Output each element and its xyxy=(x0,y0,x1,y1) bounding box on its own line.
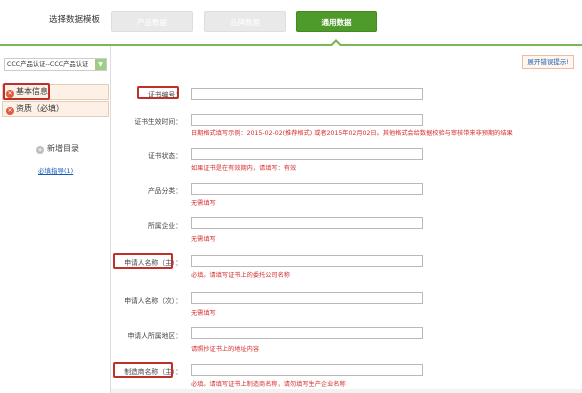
template-label: 选择数据模板 xyxy=(49,15,101,25)
applicant-secondary-input[interactable] xyxy=(191,292,423,304)
plus-icon: + xyxy=(36,146,44,154)
applicant-region-input[interactable] xyxy=(191,327,423,339)
field-hint: 请照抄证书上的地址内容 xyxy=(191,346,260,353)
highlight-box xyxy=(113,253,173,269)
sidebar-item-qualification[interactable]: ✕ 资质（必填） xyxy=(2,101,109,117)
category-select[interactable]: CCC产品认证--CCC产品认证 ▼ xyxy=(4,58,107,71)
field-hint: 无需填写 xyxy=(191,310,216,317)
product-category-input[interactable] xyxy=(191,183,423,195)
expand-error-tip-button[interactable]: 展开错误提示! xyxy=(522,55,574,69)
field-label-company: 所属企业： xyxy=(148,222,182,230)
field-label-effective-date: 证书生效时间： xyxy=(134,118,182,126)
highlight-box xyxy=(113,362,173,378)
manufacturer-primary-input[interactable] xyxy=(191,364,423,376)
template-button-general[interactable]: 通用数据 xyxy=(296,11,377,32)
required-guide-link[interactable]: 必填指导(1) xyxy=(38,165,73,175)
company-input[interactable] xyxy=(191,217,423,229)
sidebar-item-label: 资质（必填） xyxy=(16,104,64,113)
template-toolbar: 选择数据模板 产品数据 品牌数据 通用数据 xyxy=(0,0,582,44)
applicant-primary-input[interactable] xyxy=(191,255,423,267)
chevron-down-icon[interactable]: ▼ xyxy=(95,59,106,70)
template-button-brand[interactable]: 品牌数据 xyxy=(204,11,286,32)
add-directory-button[interactable]: + 新增目录 xyxy=(36,143,79,154)
field-hint: 必填。请填写证书上的委托公司名称 xyxy=(191,272,290,279)
error-x-icon: ✕ xyxy=(6,107,14,115)
effective-date-input[interactable] xyxy=(191,114,423,126)
sidebar: CCC产品认证--CCC产品认证 ▼ ✕ 基本信息 ✕ 资质（必填） + 新增目录 必… xyxy=(0,46,111,393)
field-hint: 如果证书是在有效期内，请填写：有效 xyxy=(191,165,297,172)
field-hint: 必填。请填写证书上制造商名称，请勿填写生产企业名称 xyxy=(191,381,346,388)
highlight-box xyxy=(3,83,50,100)
form-panel: 展开错误提示! 证书编号： 证书生效时间： 日期格式填写示例：2015-02-0… xyxy=(111,46,582,393)
cert-status-input[interactable] xyxy=(191,148,423,160)
highlight-box xyxy=(137,86,179,99)
template-button-product[interactable]: 产品数据 xyxy=(111,11,193,32)
field-hint: 无需填写 xyxy=(191,200,216,207)
field-label-cert-status: 证书状态： xyxy=(148,152,182,160)
field-label-product-category: 产品分类： xyxy=(148,187,182,195)
cert-number-input[interactable] xyxy=(191,88,423,100)
category-select-value: CCC产品认证--CCC产品认证 xyxy=(7,61,89,68)
bottom-scroll-strip xyxy=(111,389,582,393)
field-hint: 无需填写 xyxy=(191,236,216,243)
field-label-applicant-secondary: 申请人名称（次）： xyxy=(124,297,182,305)
field-hint: 日期格式填写示例：2015-02-02(推荐格式) 或者2015年02月02日。… xyxy=(191,130,513,137)
field-label-applicant-region: 申请人所属地区： xyxy=(127,332,182,340)
add-directory-label: 新增目录 xyxy=(47,144,79,153)
